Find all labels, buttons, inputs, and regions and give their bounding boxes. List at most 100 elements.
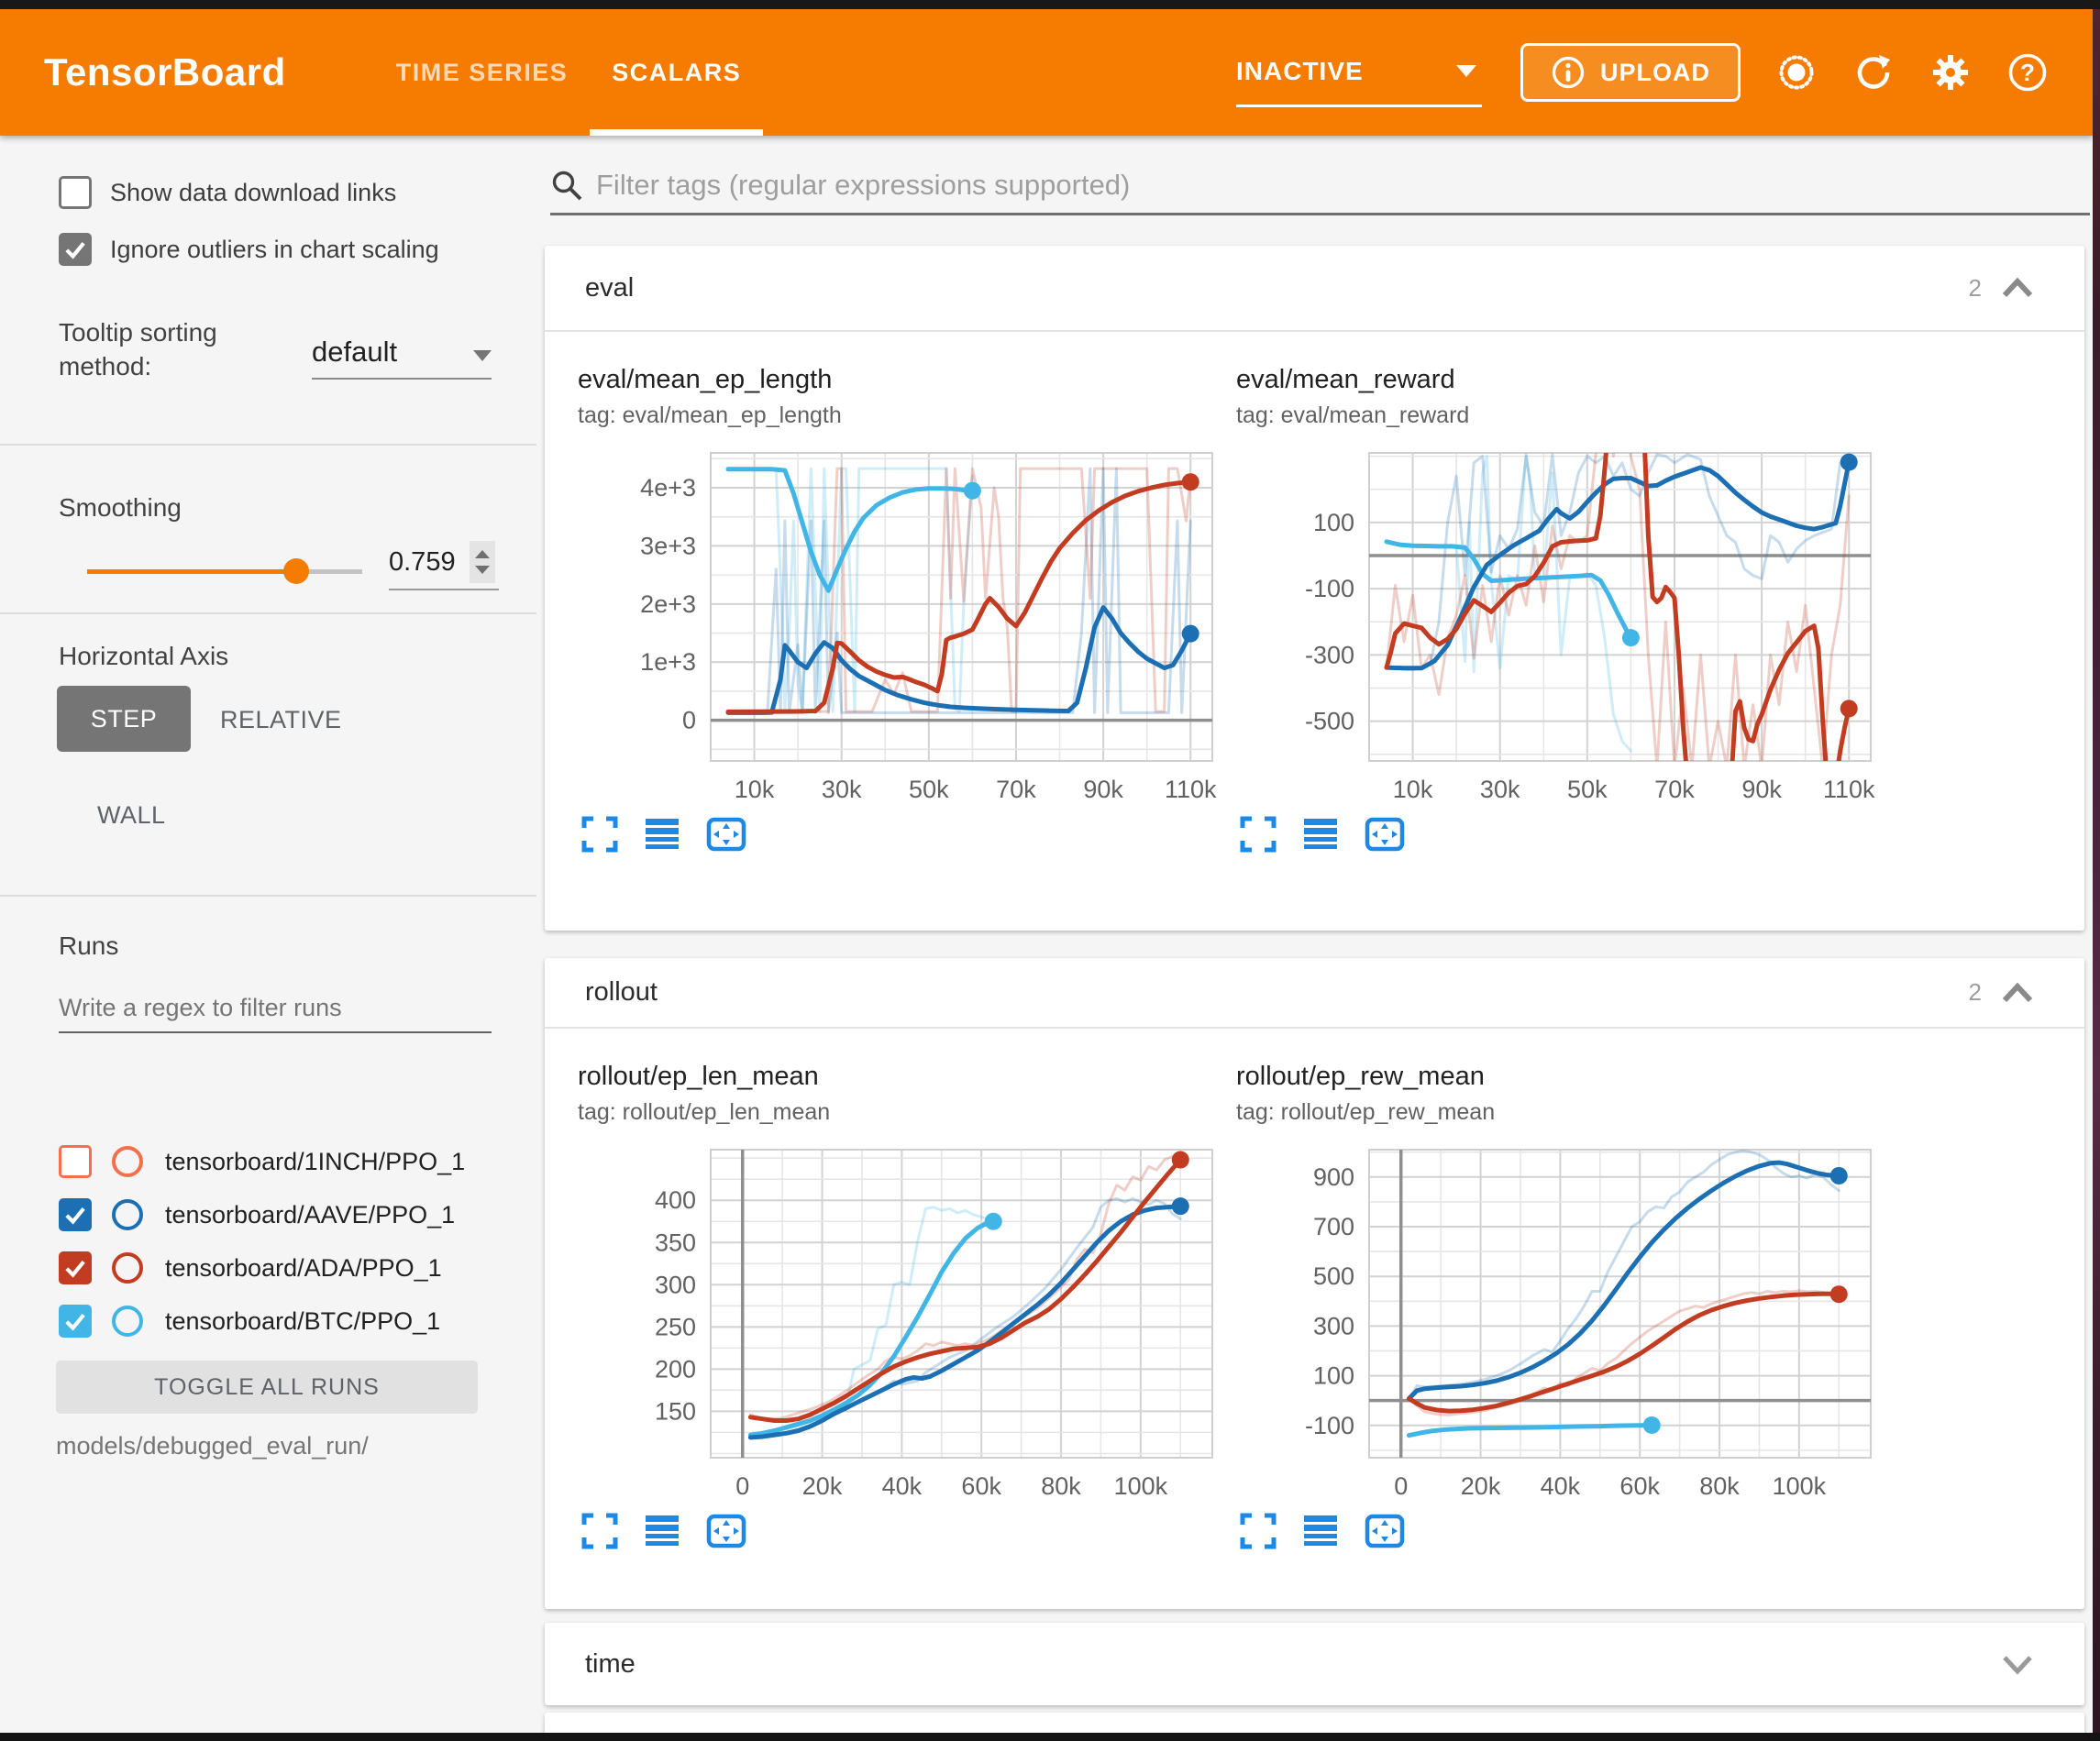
runs-selector-icon[interactable]	[1302, 1513, 1339, 1549]
run-name: tensorboard/ADA/PPO_1	[165, 1254, 442, 1283]
run-checkbox[interactable]	[59, 1145, 92, 1178]
svg-text:0: 0	[682, 707, 696, 734]
ignore-outliers-checkbox[interactable]	[59, 233, 92, 266]
svg-text:70k: 70k	[996, 776, 1036, 803]
tag-filter-input[interactable]	[596, 169, 2027, 202]
axis-step-button[interactable]: STEP	[57, 686, 191, 752]
toggle-all-runs-button[interactable]: TOGGLE ALL RUNS	[56, 1361, 478, 1414]
upload-button[interactable]: UPLOAD	[1520, 43, 1741, 102]
run-color-ring	[112, 1306, 143, 1337]
settings-gear-icon[interactable]	[1929, 51, 1972, 94]
svg-text:1e+3: 1e+3	[640, 648, 696, 676]
runs-filter-input[interactable]	[59, 994, 492, 1022]
run-color-ring	[112, 1146, 143, 1177]
chevron-up-icon[interactable]	[1998, 274, 2037, 302]
tab-time-series[interactable]: TIME SERIES	[374, 9, 591, 136]
chart-tag: tag: rollout/ep_len_mean	[578, 1099, 1220, 1126]
svg-text:?: ?	[2020, 59, 2035, 86]
section-card-rollout: rollout 2 rollout/ep_len_mean tag: rollo…	[545, 958, 2084, 1609]
brightness-icon[interactable]	[1775, 51, 1818, 94]
smoothing-value-field[interactable]	[389, 541, 499, 590]
axis-wall-button[interactable]: WALL	[97, 801, 166, 830]
axis-relative-button[interactable]: RELATIVE	[220, 706, 342, 734]
chart-card-rollout-ep-rew-mean: rollout/ep_rew_mean tag: rollout/ep_rew_…	[1236, 1029, 1878, 1551]
chart-card-rollout-ep-len-mean: rollout/ep_len_mean tag: rollout/ep_len_…	[578, 1029, 1220, 1551]
fit-domain-icon[interactable]	[706, 816, 746, 853]
runs-selector-icon[interactable]	[644, 1513, 680, 1549]
chart-canvas[interactable]: 020k40k60k80k100k150200250300350400	[578, 1139, 1220, 1505]
svg-text:-500: -500	[1305, 708, 1354, 735]
stepper-up-icon[interactable]	[475, 550, 490, 558]
section-card-time: time	[545, 1623, 2084, 1705]
chart-tag: tag: eval/mean_ep_length	[578, 402, 1220, 429]
tensorboard-app: TensorBoard TIME SERIES SCALARS INACTIVE…	[0, 0, 2100, 1741]
run-row: tensorboard/BTC/PPO_1	[0, 1295, 536, 1348]
divider	[0, 612, 536, 614]
section-count: 2	[1969, 274, 1982, 303]
section-header-eval[interactable]: eval 2	[545, 246, 2084, 332]
svg-text:0: 0	[735, 1472, 749, 1500]
chart-tag: tag: rollout/ep_rew_mean	[1236, 1099, 1878, 1126]
run-name: tensorboard/1INCH/PPO_1	[165, 1148, 465, 1176]
svg-text:200: 200	[655, 1355, 696, 1383]
chart-canvas[interactable]: 10k30k50k70k90k110k100-100-300-500	[1236, 442, 1878, 809]
chart-canvas[interactable]: 020k40k60k80k100k-100100300500700900	[1236, 1139, 1878, 1505]
fit-domain-icon[interactable]	[706, 1513, 746, 1549]
input-underline	[59, 1031, 492, 1033]
chevron-down-icon[interactable]	[1998, 1650, 2037, 1678]
svg-text:10k: 10k	[1393, 776, 1433, 803]
runs-list: tensorboard/1INCH/PPO_1tensorboard/AAVE/…	[0, 1135, 536, 1348]
section-header-rollout[interactable]: rollout 2	[545, 958, 2084, 1029]
show-download-links-checkbox[interactable]	[59, 176, 92, 209]
svg-text:50k: 50k	[909, 776, 949, 803]
input-underline	[550, 213, 2090, 215]
info-icon	[1551, 55, 1586, 90]
refresh-icon[interactable]	[1852, 51, 1895, 94]
section-title: time	[585, 1649, 636, 1680]
chart-title: rollout/ep_rew_mean	[1236, 1062, 1878, 1092]
svg-text:70k: 70k	[1654, 776, 1695, 803]
chart-canvas[interactable]: 10k30k50k70k90k110k01e+32e+33e+34e+3	[578, 442, 1220, 809]
section-count: 2	[1969, 978, 1982, 1007]
run-row: tensorboard/ADA/PPO_1	[0, 1241, 536, 1295]
run-checkbox[interactable]	[59, 1305, 92, 1338]
show-download-links-label: Show data download links	[110, 179, 396, 207]
slider-fill	[87, 569, 296, 574]
runs-selector-icon[interactable]	[1302, 816, 1339, 853]
svg-text:3e+3: 3e+3	[640, 532, 696, 559]
tab-scalars[interactable]: SCALARS	[590, 9, 763, 136]
svg-text:100: 100	[1313, 509, 1354, 536]
fullscreen-icon[interactable]	[581, 816, 618, 853]
section-header-time[interactable]: time	[545, 1623, 2084, 1705]
slider-knob[interactable]	[283, 558, 309, 584]
status-dropdown[interactable]: INACTIVE	[1236, 38, 1482, 107]
number-stepper[interactable]	[470, 541, 495, 583]
chevron-up-icon[interactable]	[1998, 979, 2037, 1007]
svg-text:40k: 40k	[1541, 1472, 1581, 1500]
charts-row: rollout/ep_len_mean tag: rollout/ep_len_…	[545, 1029, 2084, 1551]
chart-title: eval/mean_ep_length	[578, 365, 1220, 395]
runs-selector-icon[interactable]	[644, 816, 680, 853]
help-icon[interactable]: ?	[2006, 51, 2049, 94]
run-checkbox[interactable]	[59, 1251, 92, 1284]
run-checkbox[interactable]	[59, 1198, 92, 1231]
stepper-down-icon[interactable]	[475, 566, 490, 574]
svg-text:900: 900	[1313, 1163, 1354, 1191]
chart-title: rollout/ep_len_mean	[578, 1062, 1220, 1092]
horizontal-axis-label: Horizontal Axis	[59, 642, 228, 671]
smoothing-slider[interactable]	[87, 557, 362, 585]
fit-domain-icon[interactable]	[1365, 816, 1405, 853]
status-label: INACTIVE	[1236, 57, 1364, 86]
run-name: tensorboard/BTC/PPO_1	[165, 1307, 440, 1336]
tooltip-sorting-select[interactable]: default	[312, 319, 492, 380]
svg-text:20k: 20k	[1461, 1472, 1501, 1500]
fit-domain-icon[interactable]	[1365, 1513, 1405, 1549]
svg-text:80k: 80k	[1041, 1472, 1081, 1500]
svg-text:-100: -100	[1305, 1412, 1354, 1439]
fullscreen-icon[interactable]	[1240, 816, 1277, 853]
smoothing-value-input[interactable]	[389, 547, 470, 578]
window-top-edge	[0, 0, 2100, 9]
section-title: eval	[585, 273, 634, 303]
fullscreen-icon[interactable]	[1240, 1513, 1277, 1549]
fullscreen-icon[interactable]	[581, 1513, 618, 1549]
